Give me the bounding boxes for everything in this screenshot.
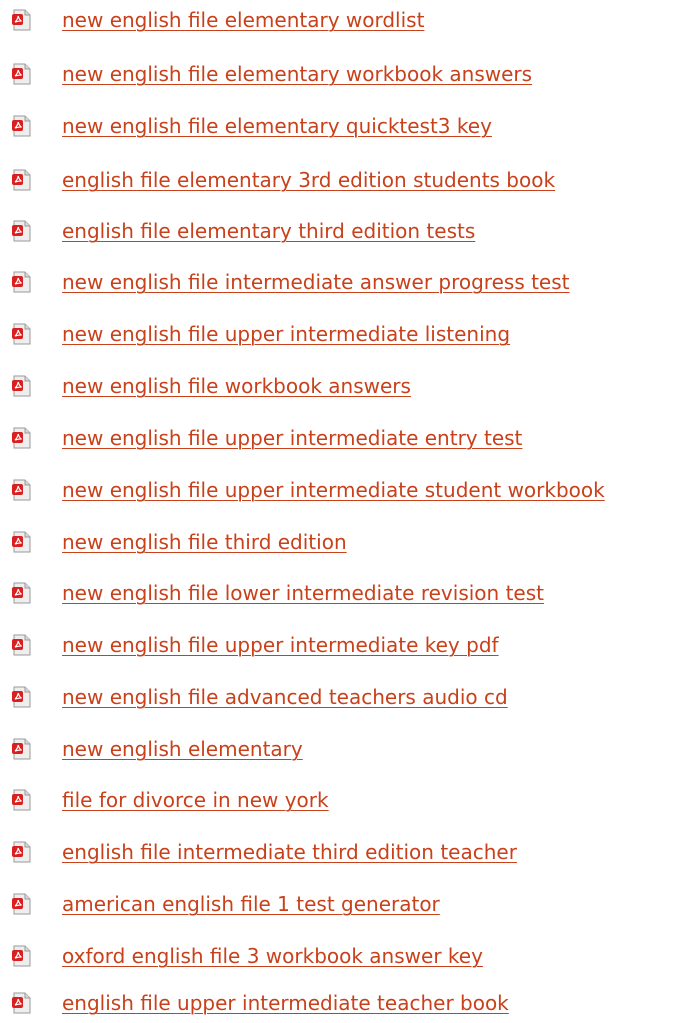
pdf-file-icon bbox=[12, 945, 31, 967]
pdf-link[interactable]: english file elementary third edition te… bbox=[62, 219, 475, 243]
pdf-link[interactable]: new english file advanced teachers audio… bbox=[62, 685, 508, 709]
pdf-file-icon bbox=[12, 220, 31, 242]
pdf-file-icon bbox=[12, 582, 31, 604]
pdf-link[interactable]: new english file upper intermediate key … bbox=[62, 633, 499, 657]
pdf-link[interactable]: new english elementary bbox=[62, 737, 303, 761]
pdf-file-icon bbox=[12, 531, 31, 553]
pdf-link[interactable]: new english file elementary workbook ans… bbox=[62, 62, 532, 86]
pdf-file-icon bbox=[12, 992, 31, 1014]
pdf-link[interactable]: oxford english file 3 workbook answer ke… bbox=[62, 944, 483, 968]
pdf-file-icon bbox=[12, 738, 31, 760]
pdf-link[interactable]: new english file elementary quicktest3 k… bbox=[62, 114, 492, 138]
pdf-file-icon bbox=[12, 841, 31, 863]
pdf-file-icon bbox=[12, 479, 31, 501]
pdf-link[interactable]: american english file 1 test generator bbox=[62, 892, 440, 916]
pdf-file-icon bbox=[12, 271, 31, 293]
pdf-file-icon bbox=[12, 427, 31, 449]
pdf-link[interactable]: new english file elementary wordlist bbox=[62, 8, 424, 32]
pdf-file-icon bbox=[12, 323, 31, 345]
pdf-file-icon bbox=[12, 789, 31, 811]
pdf-file-icon bbox=[12, 893, 31, 915]
pdf-link[interactable]: new english file intermediate answer pro… bbox=[62, 270, 570, 294]
pdf-link[interactable]: new english file lower intermediate revi… bbox=[62, 581, 544, 605]
pdf-link-list: new english file elementary wordlist new… bbox=[0, 0, 697, 1023]
pdf-file-icon bbox=[12, 686, 31, 708]
pdf-file-icon bbox=[12, 115, 31, 137]
pdf-file-icon bbox=[12, 169, 31, 191]
pdf-link[interactable]: new english file upper intermediate list… bbox=[62, 322, 510, 346]
pdf-link[interactable]: english file elementary 3rd edition stud… bbox=[62, 168, 555, 192]
pdf-link[interactable]: new english file third edition bbox=[62, 530, 347, 554]
pdf-file-icon bbox=[12, 634, 31, 656]
pdf-file-icon bbox=[12, 375, 31, 397]
pdf-file-icon bbox=[12, 9, 31, 31]
pdf-link[interactable]: new english file upper intermediate entr… bbox=[62, 426, 522, 450]
pdf-link[interactable]: english file upper intermediate teacher … bbox=[62, 991, 509, 1015]
pdf-link[interactable]: file for divorce in new york bbox=[62, 788, 329, 812]
pdf-link[interactable]: new english file workbook answers bbox=[62, 374, 411, 398]
pdf-file-icon bbox=[12, 63, 31, 85]
pdf-link[interactable]: new english file upper intermediate stud… bbox=[62, 478, 605, 502]
pdf-link[interactable]: english file intermediate third edition … bbox=[62, 840, 517, 864]
